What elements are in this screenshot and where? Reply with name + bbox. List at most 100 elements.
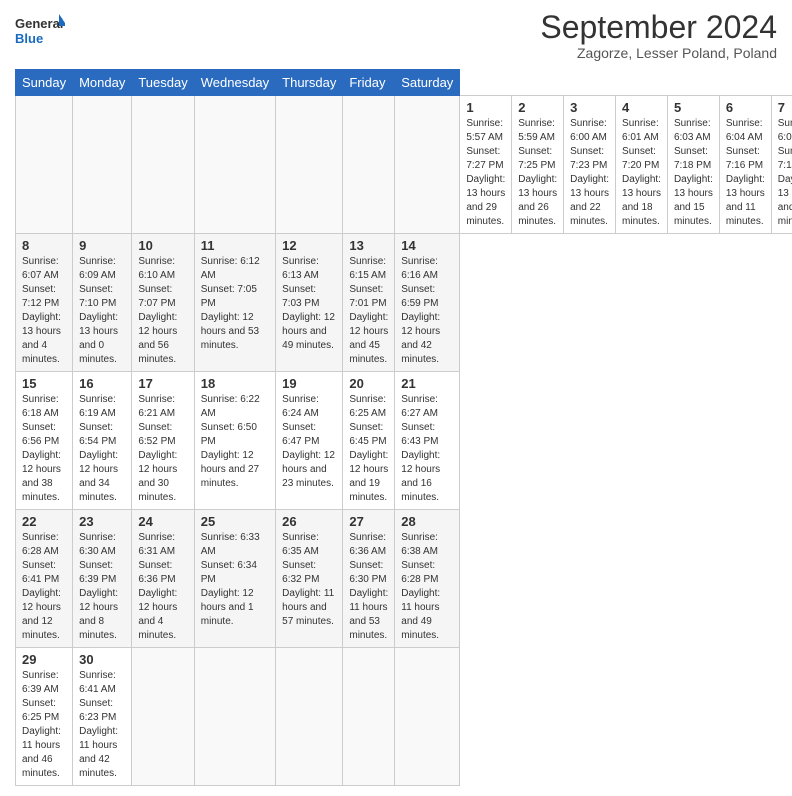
table-row <box>395 648 460 786</box>
day-info: Sunrise: 6:06 AM Sunset: 7:14 PM Dayligh… <box>778 117 792 229</box>
day-number: 10 <box>138 238 187 253</box>
day-number: 1 <box>466 100 505 115</box>
logo-svg: General Blue <box>15 10 65 50</box>
table-row: 26 Sunrise: 6:35 AM Sunset: 6:32 PM Dayl… <box>276 510 343 648</box>
calendar-week-row: 1 Sunrise: 5:57 AM Sunset: 7:27 PM Dayli… <box>16 96 792 234</box>
location-subtitle: Zagorze, Lesser Poland, Poland <box>540 45 777 61</box>
calendar-week-row: 15 Sunrise: 6:18 AM Sunset: 6:56 PM Dayl… <box>16 372 792 510</box>
day-number: 14 <box>401 238 453 253</box>
calendar-week-row: 29 Sunrise: 6:39 AM Sunset: 6:25 PM Dayl… <box>16 648 792 786</box>
table-row: 10 Sunrise: 6:10 AM Sunset: 7:07 PM Dayl… <box>132 234 194 372</box>
header-monday: Monday <box>73 70 132 96</box>
day-number: 29 <box>22 652 66 667</box>
day-number: 8 <box>22 238 66 253</box>
day-info: Sunrise: 6:03 AM Sunset: 7:18 PM Dayligh… <box>674 117 713 229</box>
calendar-body: 1 Sunrise: 5:57 AM Sunset: 7:27 PM Dayli… <box>16 96 792 786</box>
day-info: Sunrise: 5:59 AM Sunset: 7:25 PM Dayligh… <box>518 117 557 229</box>
day-info: Sunrise: 6:15 AM Sunset: 7:01 PM Dayligh… <box>349 255 388 367</box>
calendar-table: Sunday Monday Tuesday Wednesday Thursday… <box>15 69 792 786</box>
day-number: 20 <box>349 376 388 391</box>
day-number: 13 <box>349 238 388 253</box>
day-number: 21 <box>401 376 453 391</box>
table-row: 11 Sunrise: 6:12 AM Sunset: 7:05 PM Dayl… <box>194 234 275 372</box>
table-row: 22 Sunrise: 6:28 AM Sunset: 6:41 PM Dayl… <box>16 510 73 648</box>
table-row <box>73 96 132 234</box>
day-info: Sunrise: 6:13 AM Sunset: 7:03 PM Dayligh… <box>282 255 336 353</box>
day-info: Sunrise: 6:01 AM Sunset: 7:20 PM Dayligh… <box>622 117 661 229</box>
table-row: 29 Sunrise: 6:39 AM Sunset: 6:25 PM Dayl… <box>16 648 73 786</box>
day-number: 15 <box>22 376 66 391</box>
month-year-title: September 2024 <box>540 10 777 45</box>
day-info: Sunrise: 6:22 AM Sunset: 6:50 PM Dayligh… <box>201 393 269 491</box>
table-row <box>276 96 343 234</box>
table-row: 27 Sunrise: 6:36 AM Sunset: 6:30 PM Dayl… <box>343 510 395 648</box>
day-number: 25 <box>201 514 269 529</box>
day-number: 19 <box>282 376 336 391</box>
table-row: 30 Sunrise: 6:41 AM Sunset: 6:23 PM Dayl… <box>73 648 132 786</box>
day-info: Sunrise: 6:31 AM Sunset: 6:36 PM Dayligh… <box>138 531 187 643</box>
day-info: Sunrise: 6:16 AM Sunset: 6:59 PM Dayligh… <box>401 255 453 367</box>
day-number: 11 <box>201 238 269 253</box>
header-wednesday: Wednesday <box>194 70 275 96</box>
table-row <box>343 96 395 234</box>
header: General Blue September 2024 Zagorze, Les… <box>15 10 777 61</box>
table-row: 3 Sunrise: 6:00 AM Sunset: 7:23 PM Dayli… <box>564 96 616 234</box>
day-number: 26 <box>282 514 336 529</box>
day-info: Sunrise: 6:24 AM Sunset: 6:47 PM Dayligh… <box>282 393 336 491</box>
table-row <box>395 96 460 234</box>
header-sunday: Sunday <box>16 70 73 96</box>
table-row: 17 Sunrise: 6:21 AM Sunset: 6:52 PM Dayl… <box>132 372 194 510</box>
calendar-week-row: 22 Sunrise: 6:28 AM Sunset: 6:41 PM Dayl… <box>16 510 792 648</box>
page: General Blue September 2024 Zagorze, Les… <box>0 0 792 796</box>
svg-text:Blue: Blue <box>15 31 43 46</box>
table-row: 6 Sunrise: 6:04 AM Sunset: 7:16 PM Dayli… <box>719 96 771 234</box>
title-block: September 2024 Zagorze, Lesser Poland, P… <box>540 10 777 61</box>
day-info: Sunrise: 6:21 AM Sunset: 6:52 PM Dayligh… <box>138 393 187 505</box>
table-row: 18 Sunrise: 6:22 AM Sunset: 6:50 PM Dayl… <box>194 372 275 510</box>
header-thursday: Thursday <box>276 70 343 96</box>
table-row: 5 Sunrise: 6:03 AM Sunset: 7:18 PM Dayli… <box>667 96 719 234</box>
table-row: 9 Sunrise: 6:09 AM Sunset: 7:10 PM Dayli… <box>73 234 132 372</box>
day-number: 23 <box>79 514 125 529</box>
day-number: 5 <box>674 100 713 115</box>
table-row: 16 Sunrise: 6:19 AM Sunset: 6:54 PM Dayl… <box>73 372 132 510</box>
table-row: 28 Sunrise: 6:38 AM Sunset: 6:28 PM Dayl… <box>395 510 460 648</box>
day-number: 2 <box>518 100 557 115</box>
day-number: 4 <box>622 100 661 115</box>
table-row <box>132 96 194 234</box>
table-row <box>16 96 73 234</box>
day-info: Sunrise: 5:57 AM Sunset: 7:27 PM Dayligh… <box>466 117 505 229</box>
day-number: 3 <box>570 100 609 115</box>
day-number: 16 <box>79 376 125 391</box>
table-row: 24 Sunrise: 6:31 AM Sunset: 6:36 PM Dayl… <box>132 510 194 648</box>
day-info: Sunrise: 6:19 AM Sunset: 6:54 PM Dayligh… <box>79 393 125 505</box>
calendar-week-row: 8 Sunrise: 6:07 AM Sunset: 7:12 PM Dayli… <box>16 234 792 372</box>
days-header-row: Sunday Monday Tuesday Wednesday Thursday… <box>16 70 792 96</box>
table-row: 12 Sunrise: 6:13 AM Sunset: 7:03 PM Dayl… <box>276 234 343 372</box>
day-number: 6 <box>726 100 765 115</box>
header-friday: Friday <box>343 70 395 96</box>
logo: General Blue <box>15 10 65 50</box>
table-row: 25 Sunrise: 6:33 AM Sunset: 6:34 PM Dayl… <box>194 510 275 648</box>
day-info: Sunrise: 6:38 AM Sunset: 6:28 PM Dayligh… <box>401 531 453 643</box>
table-row: 1 Sunrise: 5:57 AM Sunset: 7:27 PM Dayli… <box>460 96 512 234</box>
day-info: Sunrise: 6:27 AM Sunset: 6:43 PM Dayligh… <box>401 393 453 505</box>
table-row <box>194 96 275 234</box>
day-info: Sunrise: 6:07 AM Sunset: 7:12 PM Dayligh… <box>22 255 66 367</box>
day-number: 17 <box>138 376 187 391</box>
table-row: 21 Sunrise: 6:27 AM Sunset: 6:43 PM Dayl… <box>395 372 460 510</box>
day-info: Sunrise: 6:00 AM Sunset: 7:23 PM Dayligh… <box>570 117 609 229</box>
header-tuesday: Tuesday <box>132 70 194 96</box>
day-number: 27 <box>349 514 388 529</box>
table-row: 23 Sunrise: 6:30 AM Sunset: 6:39 PM Dayl… <box>73 510 132 648</box>
table-row: 20 Sunrise: 6:25 AM Sunset: 6:45 PM Dayl… <box>343 372 395 510</box>
table-row: 4 Sunrise: 6:01 AM Sunset: 7:20 PM Dayli… <box>616 96 668 234</box>
day-info: Sunrise: 6:28 AM Sunset: 6:41 PM Dayligh… <box>22 531 66 643</box>
day-number: 18 <box>201 376 269 391</box>
day-info: Sunrise: 6:09 AM Sunset: 7:10 PM Dayligh… <box>79 255 125 367</box>
day-info: Sunrise: 6:41 AM Sunset: 6:23 PM Dayligh… <box>79 669 125 781</box>
day-info: Sunrise: 6:18 AM Sunset: 6:56 PM Dayligh… <box>22 393 66 505</box>
day-number: 28 <box>401 514 453 529</box>
day-info: Sunrise: 6:10 AM Sunset: 7:07 PM Dayligh… <box>138 255 187 367</box>
day-info: Sunrise: 6:39 AM Sunset: 6:25 PM Dayligh… <box>22 669 66 781</box>
